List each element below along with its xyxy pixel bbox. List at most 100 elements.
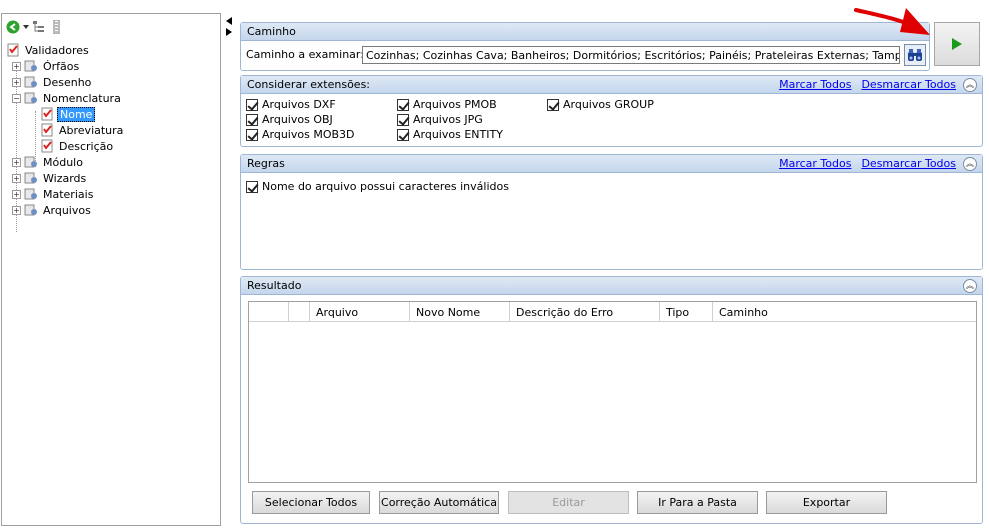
- folder-settings-icon: [24, 187, 38, 201]
- tree-item-label: Descrição: [59, 139, 114, 153]
- checkbox-checked-icon: [397, 128, 409, 141]
- checkbox-label: Arquivos DXF: [262, 98, 336, 111]
- tree-item-arquivos[interactable]: + Arquivos: [6, 202, 216, 218]
- tree-item-descricao[interactable]: Descrição: [6, 138, 216, 154]
- column-header-novo-nome[interactable]: Novo Nome: [410, 302, 510, 322]
- checkbox-invalid-chars-rule[interactable]: Nome do arquivo possui caracteres inváli…: [246, 179, 509, 194]
- expand-icon[interactable]: +: [12, 77, 21, 87]
- caminho-group: Caminho Caminho a examinar: Cozinhas; Co…: [240, 22, 930, 71]
- edit-button[interactable]: Editar: [508, 491, 629, 514]
- export-button[interactable]: Exportar: [766, 491, 887, 514]
- rule-check-icon: [40, 123, 54, 137]
- collapse-up-icon[interactable]: ︽: [963, 279, 977, 293]
- panel-splitter[interactable]: [223, 15, 235, 45]
- tree-item-nome[interactable]: Nome: [6, 106, 216, 122]
- checkbox-label: Arquivos GROUP: [563, 98, 654, 111]
- resultado-group: Resultado ︽ Arquivo Novo Nome Descrição …: [240, 276, 983, 524]
- path-input[interactable]: Cozinhas; Cozinhas Cava; Banheiros; Dorm…: [362, 46, 900, 64]
- folder-settings-icon: [24, 203, 38, 217]
- column-header-descricao-erro[interactable]: Descrição do Erro: [510, 302, 660, 322]
- extensoes-body: Arquivos DXF Arquivos OBJ Arquivos MOB3D…: [241, 94, 982, 144]
- checkbox-mob3d[interactable]: Arquivos MOB3D: [246, 127, 355, 142]
- tree-item-nomenclatura[interactable]: − Nomenclatura: [6, 90, 216, 106]
- tree-root-label: Validadores: [25, 43, 89, 57]
- collapse-up-icon[interactable]: ︽: [963, 157, 977, 171]
- folder-settings-icon: [24, 171, 38, 185]
- tree-item-label: Materiais: [43, 187, 94, 201]
- expand-tree-icon[interactable]: [32, 20, 46, 34]
- caminho-header: Caminho: [241, 23, 929, 41]
- column-header-row-selector[interactable]: [249, 302, 289, 322]
- play-icon: [952, 38, 962, 50]
- folder-settings-icon: [24, 59, 38, 73]
- column-header-tipo[interactable]: Tipo: [660, 302, 713, 322]
- auto-fix-button[interactable]: Correção Automática: [379, 491, 499, 514]
- tree-item-label: Desenho: [43, 75, 92, 89]
- checkbox-checked-icon: [246, 98, 258, 111]
- run-button[interactable]: [934, 22, 980, 66]
- collapse-icon[interactable]: −: [12, 93, 21, 103]
- checkbox-checked-icon: [397, 113, 409, 126]
- checkbox-label: Arquivos OBJ: [262, 113, 333, 126]
- tree-item-materiais[interactable]: + Materiais: [6, 186, 216, 202]
- checkbox-checked-icon: [246, 128, 258, 141]
- checkbox-entity[interactable]: Arquivos ENTITY: [397, 127, 503, 142]
- tree-toolbar: [6, 18, 63, 36]
- tree-item-label: Nomenclatura: [43, 91, 121, 105]
- extensoes-group: Considerar extensões: Marcar Todos Desma…: [240, 75, 983, 147]
- splitter-arrows-icon: [226, 17, 232, 36]
- window-top-strip: [0, 0, 989, 12]
- mark-all-rules-link[interactable]: Marcar Todos: [779, 157, 851, 170]
- folder-settings-icon: [24, 75, 38, 89]
- tree-item-label: Arquivos: [43, 203, 91, 217]
- checkbox-group[interactable]: Arquivos GROUP: [547, 97, 654, 112]
- unmark-all-rules-link[interactable]: Desmarcar Todos: [861, 157, 956, 170]
- regras-header: Regras Marcar Todos Desmarcar Todos ︽: [241, 155, 982, 173]
- checkbox-jpg[interactable]: Arquivos JPG: [397, 112, 503, 127]
- dropdown-arrow-icon[interactable]: [23, 20, 29, 34]
- regras-group: Regras Marcar Todos Desmarcar Todos ︽ No…: [240, 154, 983, 270]
- back-arrow-icon[interactable]: [6, 20, 20, 34]
- go-to-folder-button[interactable]: Ir Para a Pasta: [637, 491, 758, 514]
- checkbox-label: Arquivos PMOB: [413, 98, 497, 111]
- expand-icon[interactable]: +: [12, 173, 21, 183]
- results-grid-header: Arquivo Novo Nome Descrição do Erro Tipo…: [249, 302, 976, 322]
- mark-all-extensions-link[interactable]: Marcar Todos: [779, 78, 851, 91]
- tree-item-label: Órfãos: [43, 59, 80, 73]
- tree-item-label: Abreviatura: [59, 123, 124, 137]
- tree-item-label-selected: Nome: [57, 106, 96, 122]
- tree-root[interactable]: Validadores: [6, 42, 216, 58]
- tree-item-orfaos[interactable]: + Órfãos: [6, 58, 216, 74]
- column-header-arquivo[interactable]: Arquivo: [310, 302, 410, 322]
- checkbox-checked-icon: [397, 98, 409, 111]
- browse-button[interactable]: [904, 44, 926, 66]
- rule-check-icon: [40, 107, 54, 121]
- checklist-icon: [6, 43, 20, 57]
- column-header-caminho[interactable]: Caminho: [713, 302, 976, 322]
- checkbox-label: Arquivos MOB3D: [262, 128, 355, 141]
- resultado-header: Resultado ︽: [241, 277, 982, 295]
- checkbox-label: Arquivos ENTITY: [413, 128, 503, 141]
- unmark-all-extensions-link[interactable]: Desmarcar Todos: [861, 78, 956, 91]
- tree-item-wizards[interactable]: + Wizards: [6, 170, 216, 186]
- checkbox-obj[interactable]: Arquivos OBJ: [246, 112, 355, 127]
- caminho-title: Caminho: [247, 25, 296, 38]
- expand-icon[interactable]: +: [12, 205, 21, 215]
- checkbox-pmob[interactable]: Arquivos PMOB: [397, 97, 503, 112]
- tree-item-abreviatura[interactable]: Abreviatura: [6, 122, 216, 138]
- results-grid[interactable]: Arquivo Novo Nome Descrição do Erro Tipo…: [248, 301, 977, 483]
- expand-icon[interactable]: +: [12, 189, 21, 199]
- expand-icon[interactable]: +: [12, 61, 21, 71]
- collapse-up-icon[interactable]: ︽: [963, 78, 977, 92]
- binoculars-icon: [908, 49, 922, 61]
- extensoes-title: Considerar extensões:: [247, 78, 371, 91]
- tree-item-modulo[interactable]: + Módulo: [6, 154, 216, 170]
- checkbox-label: Arquivos JPG: [413, 113, 483, 126]
- column-header-status[interactable]: [289, 302, 310, 322]
- select-all-button[interactable]: Selecionar Todos: [252, 491, 370, 514]
- tree-item-desenho[interactable]: + Desenho: [6, 74, 216, 90]
- collapse-tree-icon[interactable]: [49, 20, 63, 34]
- checkbox-dxf[interactable]: Arquivos DXF: [246, 97, 355, 112]
- caminho-label: Caminho a examinar:: [246, 48, 364, 61]
- expand-icon[interactable]: +: [12, 157, 21, 167]
